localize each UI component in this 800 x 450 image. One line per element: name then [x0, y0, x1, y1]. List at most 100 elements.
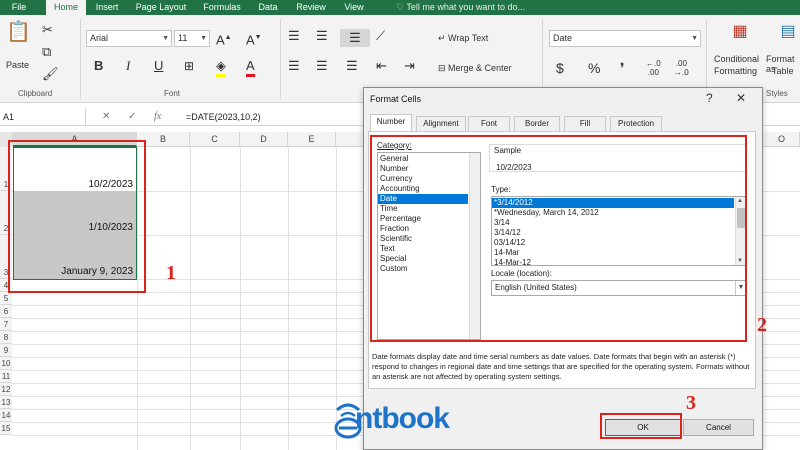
tab-review[interactable]: Review	[290, 0, 332, 15]
tab-alignment[interactable]: Alignment	[416, 116, 466, 131]
font-size-combo[interactable]: 11 ▼	[174, 30, 210, 47]
group-separator	[280, 19, 281, 99]
annotation-number-2: 2	[757, 314, 767, 336]
align-bottom-icon[interactable]: ☰	[340, 29, 370, 47]
bold-button[interactable]: B	[94, 57, 103, 75]
paste-label: Paste	[6, 60, 30, 70]
column-header-c[interactable]: C	[190, 132, 240, 147]
font-size-value: 11	[178, 33, 188, 43]
font-name-value: Arial	[90, 33, 109, 43]
tab-fill[interactable]: Fill	[564, 116, 606, 131]
tab-data[interactable]: Data	[250, 0, 286, 15]
format-as-table-icon[interactable]: ▤	[776, 23, 800, 41]
cut-icon[interactable]: ✂	[42, 21, 53, 39]
merge-center-label: Merge & Center	[448, 63, 512, 73]
conditional-formatting-icon[interactable]: ▦	[728, 23, 752, 41]
tab-insert[interactable]: Insert	[88, 0, 126, 15]
increase-decimal-icon[interactable]: ←.0.00	[646, 59, 661, 77]
orientation-icon[interactable]: ⟋	[376, 27, 385, 45]
row-header-5[interactable]: 5	[0, 292, 12, 305]
tab-home[interactable]: Home	[46, 0, 86, 15]
formula-input[interactable]: =DATE(2023,10,2)	[186, 108, 261, 126]
lightbulb-icon: ♡	[396, 2, 407, 12]
tab-view[interactable]: View	[336, 0, 372, 15]
conditional-formatting-label-2[interactable]: Formatting	[714, 66, 757, 76]
accounting-format-button[interactable]: $	[556, 59, 564, 77]
column-header-d[interactable]: D	[240, 132, 288, 147]
annotation-number-3: 3	[686, 392, 696, 414]
ribbon-tab-bar: File Home Insert Page Layout Formulas Da…	[0, 0, 800, 15]
row-header-15[interactable]: 15	[0, 422, 12, 435]
logo-text: ntbook	[355, 402, 450, 435]
tab-file[interactable]: File	[0, 0, 38, 15]
number-format-value: Date	[553, 33, 573, 43]
copy-icon[interactable]: ⧉	[42, 43, 51, 61]
row-header-10[interactable]: 10	[0, 357, 12, 370]
row-header-11[interactable]: 11	[0, 370, 12, 383]
percent-style-button[interactable]: %	[588, 59, 600, 77]
comma-style-button[interactable]: ❜	[620, 59, 625, 77]
conditional-formatting-label-1[interactable]: Conditional	[714, 54, 759, 64]
format-painter-icon[interactable]: 🖌	[42, 65, 59, 83]
tab-formulas[interactable]: Formulas	[196, 0, 248, 15]
group-separator	[80, 19, 81, 99]
dialog-title: Format Cells	[370, 94, 422, 104]
tab-border[interactable]: Border	[514, 116, 560, 131]
cancel-icon[interactable]: ✕	[102, 108, 110, 126]
chevron-down-icon: ▼	[200, 35, 207, 42]
column-header-e[interactable]: E	[288, 132, 336, 147]
merge-icon: ⊟	[438, 63, 449, 73]
enter-icon[interactable]: ✓	[128, 108, 136, 126]
row-header-13[interactable]: 13	[0, 396, 12, 409]
align-middle-icon[interactable]: ☰	[316, 27, 328, 45]
tell-me-text: Tell me what you want to do...	[406, 2, 525, 12]
chevron-down-icon: ▼	[162, 35, 169, 42]
tab-protection[interactable]: Protection	[610, 116, 662, 131]
row-header-6[interactable]: 6	[0, 305, 12, 318]
column-header-o[interactable]: O	[764, 132, 800, 147]
help-button[interactable]: ?	[706, 91, 713, 105]
format-as-table-label-2[interactable]: Table	[772, 66, 794, 76]
align-left-icon[interactable]: ☰	[288, 57, 300, 75]
close-button[interactable]: ✕	[736, 91, 746, 105]
increase-indent-icon[interactable]: ⇥	[404, 57, 415, 75]
name-box[interactable]: A1	[0, 108, 86, 126]
row-header-9[interactable]: 9	[0, 344, 12, 357]
ntbook-logo: ntbook	[333, 400, 473, 442]
align-right-icon[interactable]: ☰	[346, 57, 358, 75]
grid-line	[190, 147, 191, 450]
row-header-12[interactable]: 12	[0, 383, 12, 396]
fill-color-icon[interactable]: ◈	[216, 57, 226, 77]
tab-page-layout[interactable]: Page Layout	[130, 0, 192, 15]
font-name-combo[interactable]: Arial ▼	[86, 30, 172, 47]
grid-line	[288, 147, 289, 450]
wrap-text-button[interactable]: ↵ Wrap Text	[438, 33, 488, 44]
shrink-font-icon[interactable]: A▼	[246, 29, 262, 49]
font-group-label: Font	[164, 89, 181, 98]
annotation-number-1: 1	[166, 262, 176, 284]
tab-number[interactable]: Number	[370, 114, 412, 131]
row-header-14[interactable]: 14	[0, 409, 12, 422]
insert-function-icon[interactable]: fx	[154, 108, 161, 126]
annotation-box-3	[600, 413, 682, 439]
grow-font-icon[interactable]: A▲	[216, 29, 232, 49]
annotation-box-1	[8, 140, 146, 293]
tell-me-box[interactable]: ♡ Tell me what you want to do...	[396, 0, 525, 15]
row-header-8[interactable]: 8	[0, 331, 12, 344]
styles-group-label: Styles	[766, 89, 788, 98]
date-format-description: Date formats display date and time seria…	[372, 352, 750, 381]
align-top-icon[interactable]: ☰	[288, 27, 300, 45]
font-color-icon[interactable]: A	[246, 57, 255, 77]
borders-icon[interactable]: ⊞	[184, 57, 194, 75]
tab-font[interactable]: Font	[468, 116, 510, 131]
merge-center-button[interactable]: ⊟ Merge & Center	[438, 63, 512, 74]
number-format-combo[interactable]: Date ▼	[549, 30, 701, 47]
decrease-decimal-icon[interactable]: .00 →.0	[674, 59, 689, 77]
italic-button[interactable]: I	[126, 57, 130, 75]
decrease-indent-icon[interactable]: ⇤	[376, 57, 387, 75]
row-header-7[interactable]: 7	[0, 318, 12, 331]
paste-icon[interactable]: 📋	[6, 22, 31, 51]
cancel-button[interactable]: Cancel	[683, 419, 754, 436]
align-center-icon[interactable]: ☰	[316, 57, 328, 75]
underline-button[interactable]: U	[154, 57, 163, 75]
